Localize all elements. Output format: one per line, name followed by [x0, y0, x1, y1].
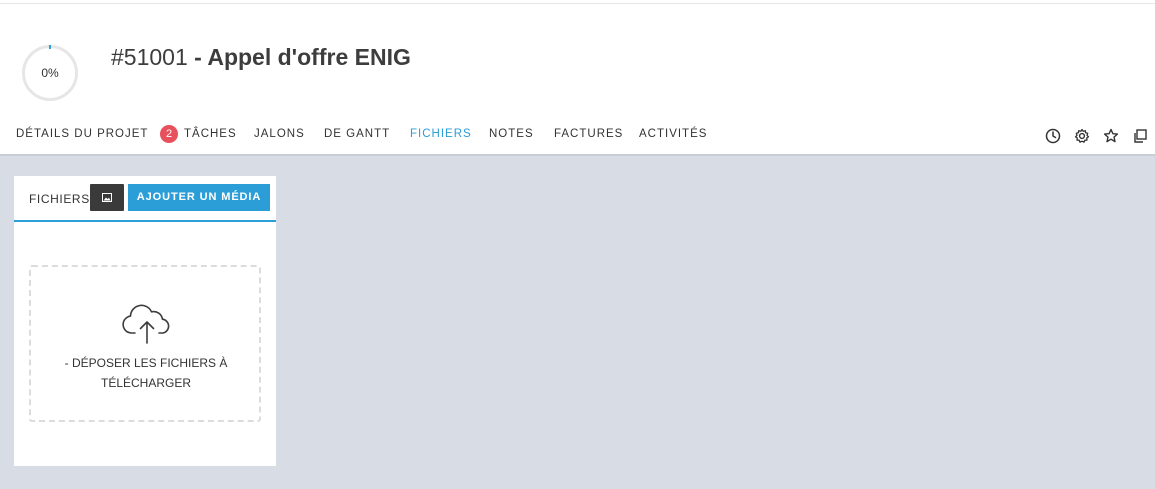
star-icon[interactable] — [1102, 127, 1120, 145]
tab-label: JALONS — [254, 128, 305, 140]
tab-files[interactable]: FICHIERS — [410, 124, 472, 157]
clock-icon[interactable] — [1044, 127, 1062, 145]
progress-percent: 0% — [41, 66, 59, 80]
tab-milestones[interactable]: JALONS — [254, 124, 305, 155]
tab-invoices[interactable]: FACTURES — [554, 124, 623, 155]
dropzone-text: - DÉPOSER LES FICHIERS À TÉLÉCHARGER — [64, 356, 228, 390]
image-icon — [102, 193, 112, 202]
main-content: FICHIERS AJOUTER UN MÉDIA - DÉPOSER LES … — [0, 156, 1155, 489]
tab-label: NOTES — [489, 128, 534, 140]
cloud-upload-icon — [122, 304, 170, 344]
tab-label: ACTIVITÉS — [639, 128, 708, 140]
add-media-button[interactable]: AJOUTER UN MÉDIA — [128, 184, 270, 211]
tab-tasks[interactable]: 2 TÂCHES — [160, 124, 237, 155]
image-button[interactable] — [90, 184, 124, 211]
tab-project-details[interactable]: DÉTAILS DU PROJET — [16, 124, 148, 155]
tab-activities[interactable]: ACTIVITÉS — [639, 124, 707, 155]
copy-icon[interactable] — [1131, 127, 1149, 145]
tab-gantt[interactable]: DE GANTT — [324, 124, 390, 155]
gear-icon[interactable] — [1073, 127, 1091, 145]
project-name: - Appel d'offre ENIG — [187, 44, 411, 70]
tab-label: DÉTAILS DU PROJET — [16, 128, 149, 140]
files-panel-title: FICHIERS — [29, 192, 90, 206]
files-panel: FICHIERS AJOUTER UN MÉDIA - DÉPOSER LES … — [14, 176, 276, 466]
project-tabs: DÉTAILS DU PROJET 2 TÂCHES JALONS DE GANT… — [0, 124, 1155, 157]
tab-label: TÂCHES — [184, 128, 237, 140]
files-panel-header: FICHIERS AJOUTER UN MÉDIA — [14, 176, 276, 222]
progress-ring: 0% — [21, 44, 79, 102]
project-title: #51001 - Appel d'offre ENIG — [111, 44, 411, 71]
tasks-count-badge: 2 — [160, 125, 178, 143]
tab-label: FICHIERS — [410, 128, 472, 140]
file-dropzone[interactable]: - DÉPOSER LES FICHIERS À TÉLÉCHARGER — [29, 265, 261, 422]
project-number: #51001 — [111, 44, 188, 70]
tab-label: DE GANTT — [324, 128, 391, 140]
tab-label: FACTURES — [554, 128, 624, 140]
tab-notes[interactable]: NOTES — [489, 124, 534, 155]
